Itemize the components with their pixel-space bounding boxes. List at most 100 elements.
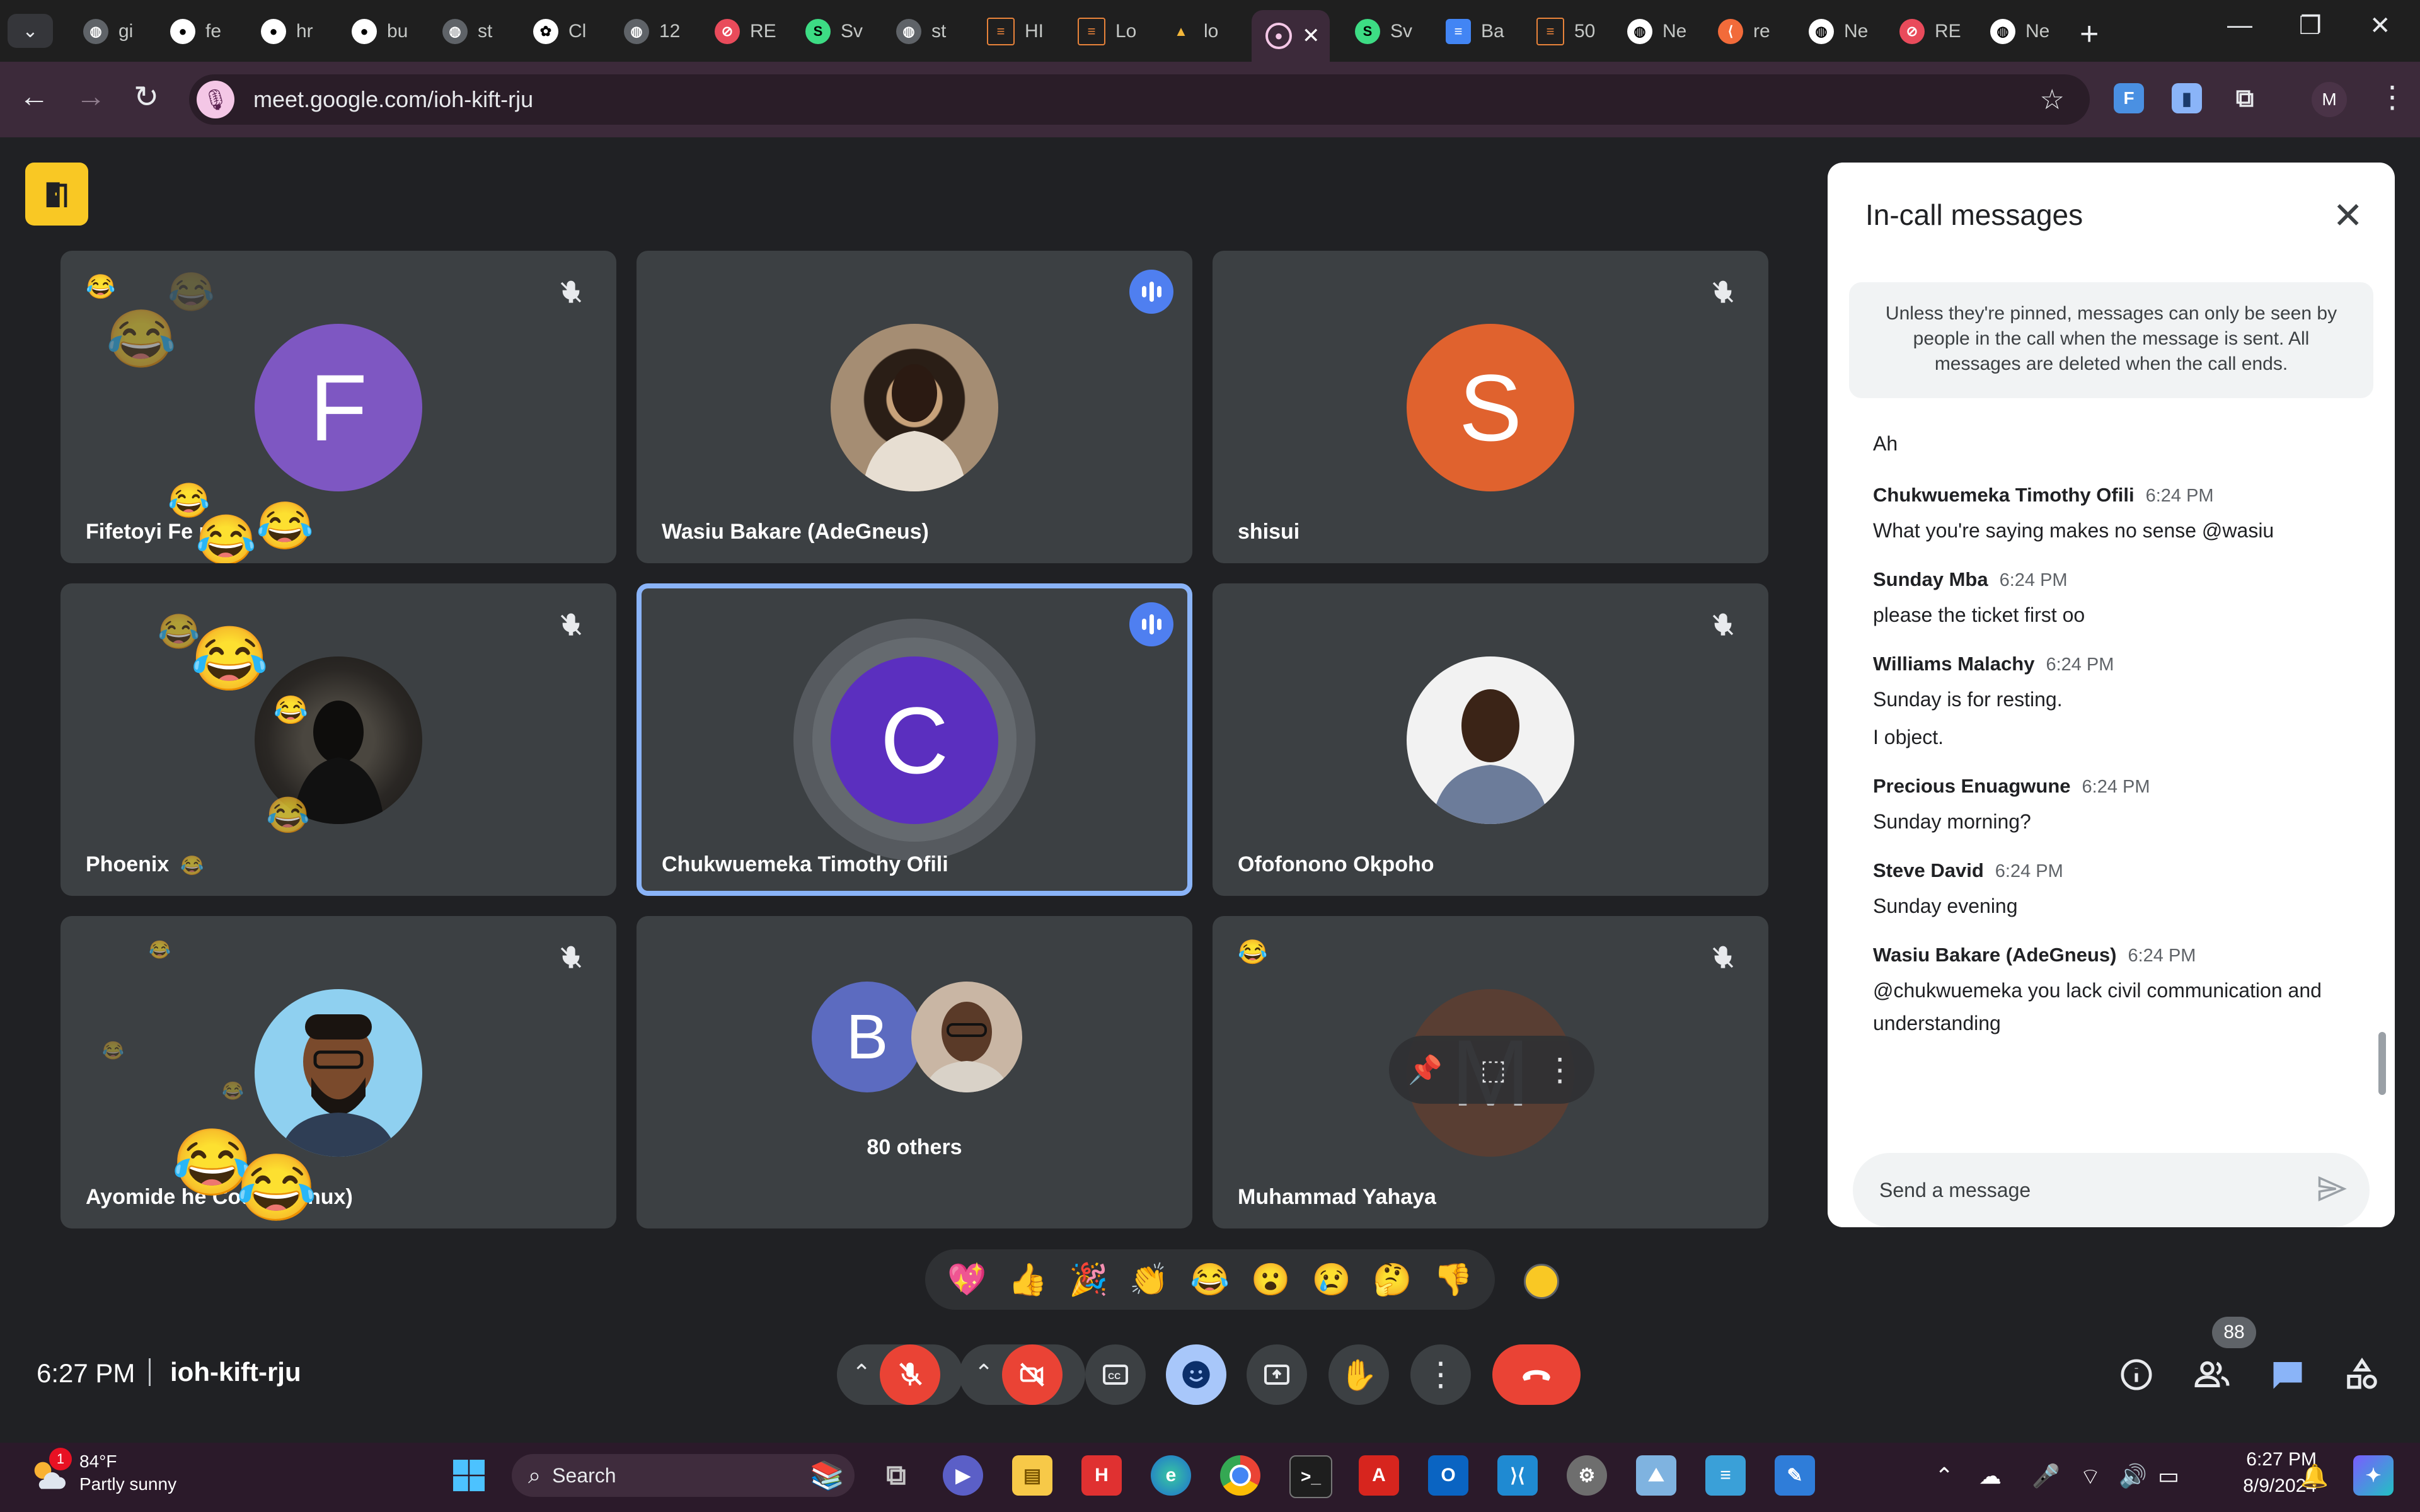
- weather-description[interactable]: Partly sunny: [79, 1474, 176, 1494]
- send-message-input[interactable]: [1878, 1177, 2284, 1203]
- forward-icon[interactable]: →: [76, 79, 106, 114]
- browser-tab[interactable]: ◍ gi: [69, 10, 154, 53]
- mic-off-button[interactable]: [880, 1344, 940, 1405]
- edge-browser-icon[interactable]: e: [1151, 1455, 1191, 1496]
- reaction-thinking-button[interactable]: 🤔: [1373, 1261, 1412, 1298]
- reaction-laugh-button[interactable]: 😂: [1190, 1261, 1230, 1298]
- browser-tab[interactable]: ⟨ re: [1704, 10, 1789, 53]
- weather-temperature[interactable]: 84°F: [79, 1452, 117, 1472]
- address-bar[interactable]: 🎙 meet.google.com/ioh-kift-rju ☆: [189, 74, 2090, 125]
- browser-tab[interactable]: ◍ Ne: [1795, 10, 1880, 53]
- photos-icon[interactable]: ⛰: [1636, 1455, 1676, 1496]
- send-icon[interactable]: [2315, 1172, 2348, 1208]
- browser-tab[interactable]: ≡ Lo: [1064, 10, 1149, 53]
- acrobat-icon[interactable]: A: [1359, 1455, 1399, 1496]
- participant-tile[interactable]: S shisui: [1213, 251, 1768, 563]
- notepad-icon[interactable]: ≡: [1705, 1455, 1746, 1496]
- browser-tab[interactable]: ▲ lo: [1155, 10, 1240, 53]
- browser-tab[interactable]: ✿ Cl: [519, 10, 604, 53]
- file-explorer-icon[interactable]: ▤: [1012, 1455, 1052, 1496]
- windows-start-icon[interactable]: [449, 1455, 489, 1496]
- url-text[interactable]: meet.google.com/ioh-kift-rju: [253, 86, 533, 113]
- profile-avatar[interactable]: M: [2312, 82, 2347, 117]
- people-icon[interactable]: [2189, 1352, 2235, 1397]
- message-scrollbar[interactable]: [2378, 1032, 2386, 1095]
- browser-tab[interactable]: ● fe: [156, 10, 241, 53]
- extension-icon[interactable]: ▮: [2172, 83, 2202, 113]
- microphone-icon[interactable]: 🎤: [2032, 1463, 2060, 1489]
- app-h-icon[interactable]: H: [1081, 1455, 1122, 1496]
- extension-icon[interactable]: F: [2114, 83, 2144, 113]
- settings-gear-icon[interactable]: ⚙: [1567, 1455, 1607, 1496]
- bookmark-star-icon[interactable]: ☆: [2040, 84, 2065, 116]
- skin-tone-button[interactable]: [1524, 1264, 1559, 1299]
- browser-tab[interactable]: ⊘ RE: [701, 10, 786, 53]
- reload-icon[interactable]: ↻: [134, 79, 159, 115]
- participant-tile-speaking[interactable]: C Chukwuemeka Timothy Ofili: [637, 583, 1192, 896]
- microphone-in-use-icon[interactable]: 🎙: [197, 81, 234, 118]
- close-tab-icon[interactable]: ✕: [1302, 23, 1320, 49]
- chrome-browser-icon[interactable]: [1220, 1455, 1260, 1496]
- browser-tab-active[interactable]: ● ✕: [1252, 10, 1330, 62]
- participant-tile[interactable]: Wasiu Bakare (AdeGneus): [637, 251, 1192, 563]
- reaction-surprised-button[interactable]: 😮: [1251, 1261, 1290, 1298]
- battery-icon[interactable]: ▭: [2158, 1463, 2179, 1489]
- taskbar-search[interactable]: ⌕ Search 📚: [512, 1454, 855, 1497]
- reaction-clap-button[interactable]: 👏: [1129, 1261, 1168, 1298]
- chevron-up-icon[interactable]: ⌃: [1935, 1463, 1954, 1489]
- reaction-thumbs-down-button[interactable]: 👎: [1434, 1261, 1473, 1298]
- new-tab-button[interactable]: +: [2080, 15, 2099, 53]
- pin-icon[interactable]: 📌: [1408, 1053, 1443, 1086]
- terminal-icon[interactable]: >_: [1289, 1455, 1332, 1498]
- browser-tab[interactable]: ≡ HI: [973, 10, 1058, 53]
- reaction-party-button[interactable]: 🎉: [1069, 1261, 1108, 1298]
- participant-tile[interactable]: 😂 F Fifetoyi Fe n 😂 😂 😂 😂 😂: [60, 251, 616, 563]
- tab-search-button[interactable]: ⌄: [8, 14, 53, 48]
- restore-window-button[interactable]: ❐: [2299, 11, 2322, 40]
- participant-tile[interactable]: 😂 M 📌 ⬚ ⋮ Muhammad Yahaya: [1213, 916, 1768, 1228]
- close-window-button[interactable]: ✕: [2370, 11, 2391, 40]
- frame-icon[interactable]: ⬚: [1480, 1054, 1507, 1086]
- cloud-icon[interactable]: ☁: [1979, 1463, 2002, 1489]
- browser-menu-icon[interactable]: ⋮: [2377, 79, 2407, 115]
- snipping-tool-icon[interactable]: ✎: [1775, 1455, 1815, 1496]
- browser-tab[interactable]: ≡ Ba: [1432, 10, 1517, 53]
- browser-tab[interactable]: S Sv: [792, 10, 877, 53]
- chevron-up-icon[interactable]: ⌃: [974, 1360, 993, 1386]
- chevron-up-icon[interactable]: ⌃: [852, 1360, 871, 1386]
- reaction-sad-button[interactable]: 😢: [1312, 1261, 1351, 1298]
- browser-tab[interactable]: ● hr: [247, 10, 332, 53]
- close-panel-icon[interactable]: ✕: [2332, 194, 2363, 237]
- browser-tab[interactable]: ≡ 50: [1523, 10, 1608, 53]
- teams-chat-icon[interactable]: ▶: [943, 1455, 983, 1496]
- present-screen-button[interactable]: [1247, 1344, 1307, 1405]
- copilot-icon[interactable]: ✦: [2353, 1455, 2394, 1496]
- browser-tab[interactable]: ◍ st: [882, 10, 967, 53]
- vscode-icon[interactable]: ⟩⟨: [1497, 1455, 1538, 1496]
- browser-tab[interactable]: ◍ Ne: [1613, 10, 1698, 53]
- reaction-thumbs-up-button[interactable]: 👍: [1008, 1261, 1047, 1298]
- notifications-bell-icon[interactable]: 🔔: [2300, 1463, 2329, 1489]
- extensions-puzzle-icon[interactable]: ⧉: [2230, 83, 2260, 113]
- captions-button[interactable]: CC: [1085, 1344, 1146, 1405]
- raise-hand-button[interactable]: ✋: [1328, 1344, 1389, 1405]
- wifi-icon[interactable]: ⌔: [2080, 1463, 2101, 1491]
- minimize-window-button[interactable]: —: [2227, 11, 2252, 40]
- browser-tab[interactable]: ⊘ RE: [1886, 10, 1971, 53]
- task-view-icon[interactable]: ⧉: [876, 1455, 916, 1496]
- more-options-button[interactable]: ⋮: [1410, 1344, 1471, 1405]
- clock-date[interactable]: 8/9/2024: [2203, 1475, 2317, 1497]
- leave-call-button[interactable]: [1492, 1344, 1581, 1405]
- meeting-room-icon[interactable]: [25, 163, 88, 226]
- participant-tile[interactable]: Ofofonono Okpoho: [1213, 583, 1768, 896]
- activities-icon[interactable]: [2339, 1352, 2385, 1397]
- browser-tab[interactable]: ◍ 12: [610, 10, 695, 53]
- reactions-button[interactable]: [1166, 1344, 1226, 1405]
- back-icon[interactable]: ←: [19, 79, 49, 114]
- camera-off-button[interactable]: [1002, 1344, 1063, 1405]
- meeting-details-icon[interactable]: [2114, 1352, 2159, 1397]
- participant-tile[interactable]: Ayomide he Code Ghinux) 😂 😂 😂 😂 😂: [60, 916, 616, 1228]
- browser-tab[interactable]: ● bu: [338, 10, 423, 53]
- volume-icon[interactable]: 🔊: [2119, 1463, 2147, 1489]
- reaction-heart-button[interactable]: 💖: [947, 1261, 986, 1298]
